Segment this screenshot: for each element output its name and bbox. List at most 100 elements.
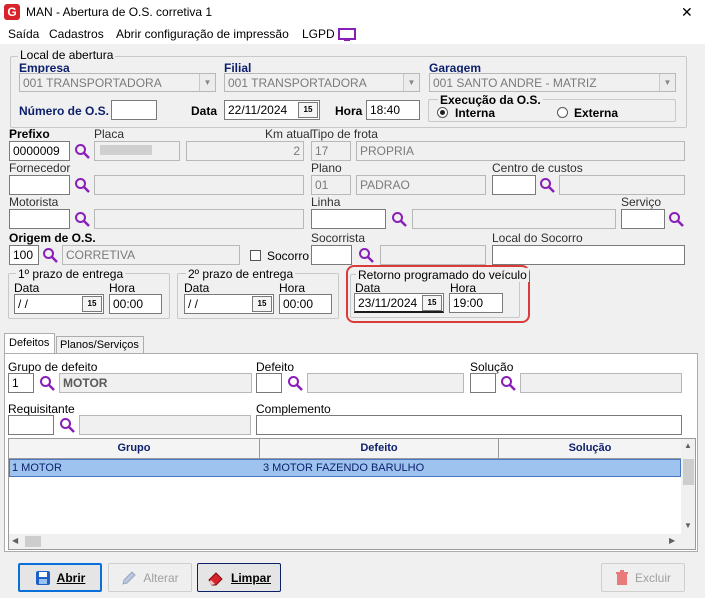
- servico-label: Serviço: [621, 195, 662, 209]
- calendar-icon[interactable]: 15: [298, 102, 318, 118]
- hscroll-thumb[interactable]: [25, 536, 41, 547]
- tipo-frota-code: 17: [311, 141, 351, 161]
- socorro-checkbox[interactable]: [250, 250, 261, 261]
- centro-custos-input[interactable]: [492, 175, 536, 195]
- linha-label: Linha: [311, 195, 341, 209]
- chevron-down-icon: ▼: [403, 74, 419, 91]
- requisitante-label: Requisitante: [8, 402, 75, 416]
- tab-defeitos[interactable]: Defeitos: [4, 333, 55, 354]
- retorno-data-input[interactable]: 23/11/2024 15: [354, 293, 444, 313]
- fornecedor-label: Fornecedor: [9, 161, 71, 175]
- local-socorro-label: Local do Socorro: [492, 231, 583, 245]
- socorrista-label: Socorrista: [311, 231, 366, 245]
- chevron-down-icon: ▼: [659, 74, 675, 91]
- prazo1-hora-input[interactable]: 00:00: [109, 294, 162, 314]
- plano-label: Plano: [311, 161, 342, 175]
- fornecedor-input[interactable]: [9, 175, 70, 195]
- defeito-code[interactable]: [256, 373, 282, 393]
- filial-select[interactable]: 001 TRANSPORTADORA ▼: [224, 73, 420, 92]
- local-socorro-input[interactable]: [492, 245, 685, 265]
- limpar-button[interactable]: Limpar: [197, 563, 281, 592]
- socorro-label: Socorro: [267, 249, 310, 263]
- origem-label: Origem de O.S.: [9, 231, 96, 245]
- hora-input[interactable]: 18:40: [366, 100, 420, 120]
- col-defeito[interactable]: Defeito: [260, 439, 499, 458]
- prazo1-data-label: Data: [14, 281, 40, 295]
- data-input[interactable]: 22/11/2024 15: [224, 100, 320, 120]
- menu-saida[interactable]: Saída: [8, 27, 39, 41]
- linha-input[interactable]: [311, 209, 386, 229]
- save-icon: [35, 570, 50, 585]
- scroll-up-icon[interactable]: ▲: [684, 441, 692, 450]
- empresa-select[interactable]: 001 TRANSPORTADORA ▼: [19, 73, 216, 92]
- search-icon[interactable]: [391, 211, 407, 227]
- chevron-down-icon: ▼: [199, 74, 215, 91]
- retorno-hora-input[interactable]: 19:00: [449, 293, 503, 313]
- socorrista-name: [380, 245, 486, 265]
- calendar-icon[interactable]: 15: [252, 296, 272, 312]
- externa-radio[interactable]: [557, 107, 568, 118]
- close-icon[interactable]: ✕: [681, 4, 693, 21]
- search-icon[interactable]: [42, 247, 58, 263]
- plano-code: 01: [311, 175, 351, 195]
- search-icon[interactable]: [74, 143, 90, 159]
- interna-radio[interactable]: [437, 107, 448, 118]
- motorista-input[interactable]: [9, 209, 70, 229]
- search-icon[interactable]: [358, 247, 374, 263]
- linha-name: [412, 209, 616, 229]
- scroll-left-icon[interactable]: ◀: [12, 536, 18, 545]
- search-icon[interactable]: [287, 375, 303, 391]
- origem-code[interactable]: 100: [9, 245, 39, 265]
- prazo2-data-input[interactable]: / /15: [184, 294, 274, 314]
- cell-grupo: 1 MOTOR: [12, 462, 62, 474]
- excluir-button[interactable]: Excluir: [601, 563, 685, 592]
- solucao-code[interactable]: [470, 373, 496, 393]
- prazo2-hora-label: Hora: [279, 281, 306, 295]
- grupo-defeito-code[interactable]: 1: [8, 373, 34, 393]
- menu-abrir-config[interactable]: Abrir configuração de impressão: [116, 27, 289, 41]
- alterar-button[interactable]: Alterar: [108, 563, 192, 592]
- prazo1-data-input[interactable]: / /15: [14, 294, 104, 314]
- search-icon[interactable]: [74, 177, 90, 193]
- calendar-icon[interactable]: 15: [422, 295, 442, 311]
- search-icon[interactable]: [39, 375, 55, 391]
- scroll-thumb[interactable]: [683, 459, 694, 485]
- trash-icon: [615, 569, 628, 585]
- search-icon[interactable]: [668, 211, 684, 227]
- servico-input[interactable]: [621, 209, 665, 229]
- scroll-right-icon[interactable]: ▶: [669, 536, 675, 545]
- origem-value: CORRETIVA: [62, 245, 240, 265]
- search-icon[interactable]: [74, 211, 90, 227]
- tipo-frota-value: PROPRIA: [356, 141, 685, 161]
- col-grupo[interactable]: Grupo: [9, 439, 260, 458]
- socorrista-input[interactable]: [311, 245, 352, 265]
- table-row[interactable]: 1 MOTOR 3 MOTOR FAZENDO BARULHO: [9, 459, 681, 477]
- retorno-title: Retorno programado do veículo: [356, 268, 529, 282]
- prazo2-hora-input[interactable]: 00:00: [279, 294, 332, 314]
- km-input: 2: [186, 141, 304, 161]
- numero-os-input[interactable]: [111, 100, 157, 120]
- calendar-icon[interactable]: 15: [82, 296, 102, 312]
- prazo1-title: 1º prazo de entrega: [16, 267, 126, 281]
- grupo-defeito-label: Grupo de defeito: [8, 360, 98, 374]
- garagem-select[interactable]: 001 SANTO ANDRE - MATRIZ ▼: [429, 73, 676, 92]
- search-icon[interactable]: [500, 375, 516, 391]
- menu-cadastros[interactable]: Cadastros: [49, 27, 104, 41]
- col-solucao[interactable]: Solução: [499, 439, 681, 458]
- requisitante-name: [79, 415, 251, 435]
- local-abertura-title: Local de abertura: [18, 48, 116, 62]
- prefixo-input[interactable]: 0000009: [9, 141, 70, 161]
- monitor-icon[interactable]: [338, 28, 356, 42]
- menu-lgpd[interactable]: LGPD: [302, 27, 335, 41]
- prefixo-label: Prefixo: [9, 127, 50, 141]
- tab-planos-servicos[interactable]: Planos/Serviços: [56, 336, 144, 354]
- horizontal-scrollbar[interactable]: ◀ ▶: [9, 534, 695, 549]
- search-icon[interactable]: [59, 417, 75, 433]
- vertical-scrollbar[interactable]: ▲ ▼: [681, 439, 695, 534]
- abrir-button[interactable]: Abrir: [18, 563, 102, 592]
- complemento-input[interactable]: [256, 415, 682, 435]
- requisitante-input[interactable]: [8, 415, 54, 435]
- search-icon[interactable]: [539, 177, 555, 193]
- cell-defeito: 3 MOTOR FAZENDO BARULHO: [263, 462, 425, 474]
- scroll-down-icon[interactable]: ▼: [684, 521, 692, 530]
